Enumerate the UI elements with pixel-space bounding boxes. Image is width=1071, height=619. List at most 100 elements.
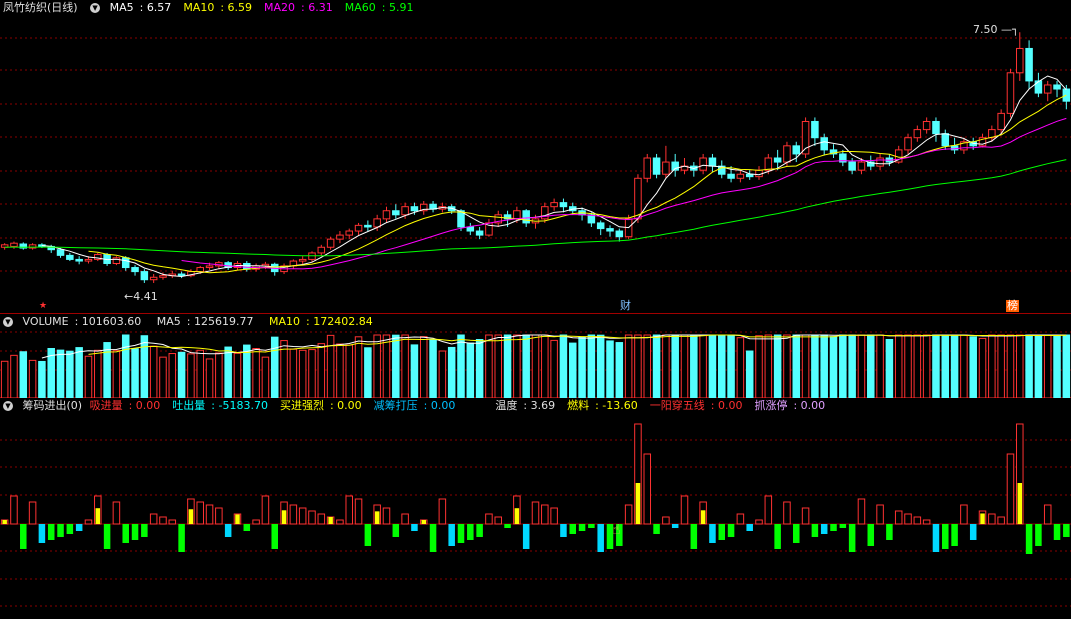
outflow-bar — [867, 524, 875, 546]
inflow-bar — [252, 519, 260, 525]
event-badge-finance[interactable]: 财 — [619, 300, 632, 312]
volume-bar — [1025, 334, 1033, 398]
stock-title[interactable]: 凤竹纺织(日线) — [3, 1, 78, 14]
candle-body — [1016, 47, 1024, 74]
outflow-bar — [727, 524, 735, 537]
inflow-bar — [494, 516, 503, 525]
candle-body — [932, 120, 940, 135]
outflow-bar — [969, 524, 977, 540]
ma-label: MA10 — [183, 1, 215, 14]
candle-body — [876, 157, 884, 167]
outflow-bar — [560, 524, 567, 537]
inflow-bar — [10, 495, 18, 525]
inflow-bar — [345, 495, 353, 525]
volume-bar — [969, 336, 977, 398]
volume-bar — [913, 334, 922, 398]
dropdown-icon[interactable]: ▼ — [3, 401, 13, 411]
inflow-bar — [680, 495, 689, 525]
inflow-bar — [28, 501, 37, 525]
outflow-bar — [243, 524, 251, 531]
volume-bar — [224, 346, 232, 398]
outflow-bar — [57, 524, 64, 537]
candle-body — [336, 234, 344, 240]
ma-legend-ma20: MA20: 6.31 — [264, 1, 333, 14]
candle-body — [475, 230, 484, 236]
outflow-bar — [364, 524, 372, 546]
outflow-bar — [1053, 524, 1061, 540]
volume-bar — [494, 334, 503, 398]
inflow-bar — [308, 510, 316, 525]
strong-buy-bar — [635, 483, 641, 524]
indicator-item: 吸进量: 0.00 — [89, 399, 161, 412]
ma-value: 6.31 — [308, 1, 333, 14]
volume-bar — [1053, 334, 1061, 398]
volume-bar — [680, 334, 689, 398]
event-badge-star[interactable]: ★ — [38, 300, 48, 312]
indicator-title[interactable]: 筹码进出(0) — [23, 399, 83, 412]
inflow-bar — [438, 498, 447, 525]
indicator-item-label: 买进强烈 — [279, 399, 324, 412]
volume-bar — [326, 334, 335, 398]
volume-bar — [475, 339, 484, 398]
volume-bar — [429, 339, 437, 398]
inflow-bar — [624, 504, 633, 525]
ma20-line — [181, 117, 1067, 270]
ma-legend-ma10: MA10: 6.59 — [183, 1, 253, 14]
volume-bar — [66, 350, 74, 398]
candle-body — [773, 157, 782, 163]
volume-bar — [103, 342, 111, 398]
indicator-item: 减筹打压: 0.00 — [373, 399, 456, 412]
volume-bar — [345, 344, 353, 398]
candle-body — [559, 202, 568, 208]
inflow-bar — [764, 495, 773, 525]
event-badge-list[interactable]: 榜 — [1006, 300, 1019, 312]
volume-value: 101603.60 — [81, 315, 142, 328]
candle-body — [913, 129, 922, 139]
outflow-bar — [588, 524, 595, 528]
volume-panel[interactable]: ▼ VOLUME: 101603.60 MA5: 125619.77 MA10:… — [0, 314, 1071, 398]
indicator-item-value: 0.00 — [717, 399, 743, 412]
inflow-bar — [196, 501, 204, 525]
strong-buy-bar — [374, 511, 380, 524]
volume-bar — [308, 349, 316, 398]
price-panel[interactable]: 凤竹纺织(日线) ▼ MA5: 6.57 MA10: 6.59 MA20: 6.31… — [0, 0, 1071, 314]
outflow-bar — [932, 524, 940, 552]
indicator-item-label: 吸进量 — [89, 399, 123, 412]
volume-bar — [140, 335, 149, 398]
strong-buy-bar — [188, 509, 194, 524]
volume-bar — [131, 348, 139, 398]
indicator-item-label: 吐出量 — [172, 399, 206, 412]
volume-bar — [755, 335, 763, 398]
inflow-bar — [736, 513, 745, 525]
outflow-bar — [578, 524, 586, 531]
outflow-bar — [793, 524, 800, 543]
candle-body — [922, 120, 931, 131]
strong-buy-bar — [235, 514, 240, 524]
volume-bar — [708, 334, 717, 398]
candle-body — [727, 173, 735, 179]
dropdown-icon[interactable]: ▼ — [3, 317, 13, 327]
outflow-bar — [597, 524, 604, 552]
candle-body — [997, 112, 1005, 131]
volume-bar — [894, 334, 903, 398]
volume-bar — [736, 337, 745, 398]
indicator-item-value: 0.00 — [135, 399, 161, 412]
volume-bar — [56, 349, 65, 398]
indicator-panel[interactable]: ▼ 筹码进出(0) 吸进量: 0.00 吐出量: -5183.70 买进强烈: 0.… — [0, 398, 1071, 619]
candle-body — [140, 271, 149, 281]
dropdown-icon[interactable]: ▼ — [90, 3, 101, 13]
inflow-bar — [298, 507, 307, 525]
volume-bar — [270, 336, 279, 398]
candle-body — [410, 206, 419, 212]
candle-body — [615, 230, 624, 238]
volume-bar — [10, 354, 18, 398]
volume-bar — [252, 348, 260, 398]
indicator-chart[interactable] — [0, 398, 1071, 619]
indicator-item-value: 3.69 — [530, 399, 556, 412]
volume-bar — [1034, 334, 1043, 398]
outflow-bar — [122, 524, 129, 543]
candle-body — [75, 258, 83, 262]
price-chart[interactable] — [0, 0, 1071, 314]
candle-body — [634, 177, 642, 220]
indicator-item-value: 0.00 — [337, 399, 362, 412]
